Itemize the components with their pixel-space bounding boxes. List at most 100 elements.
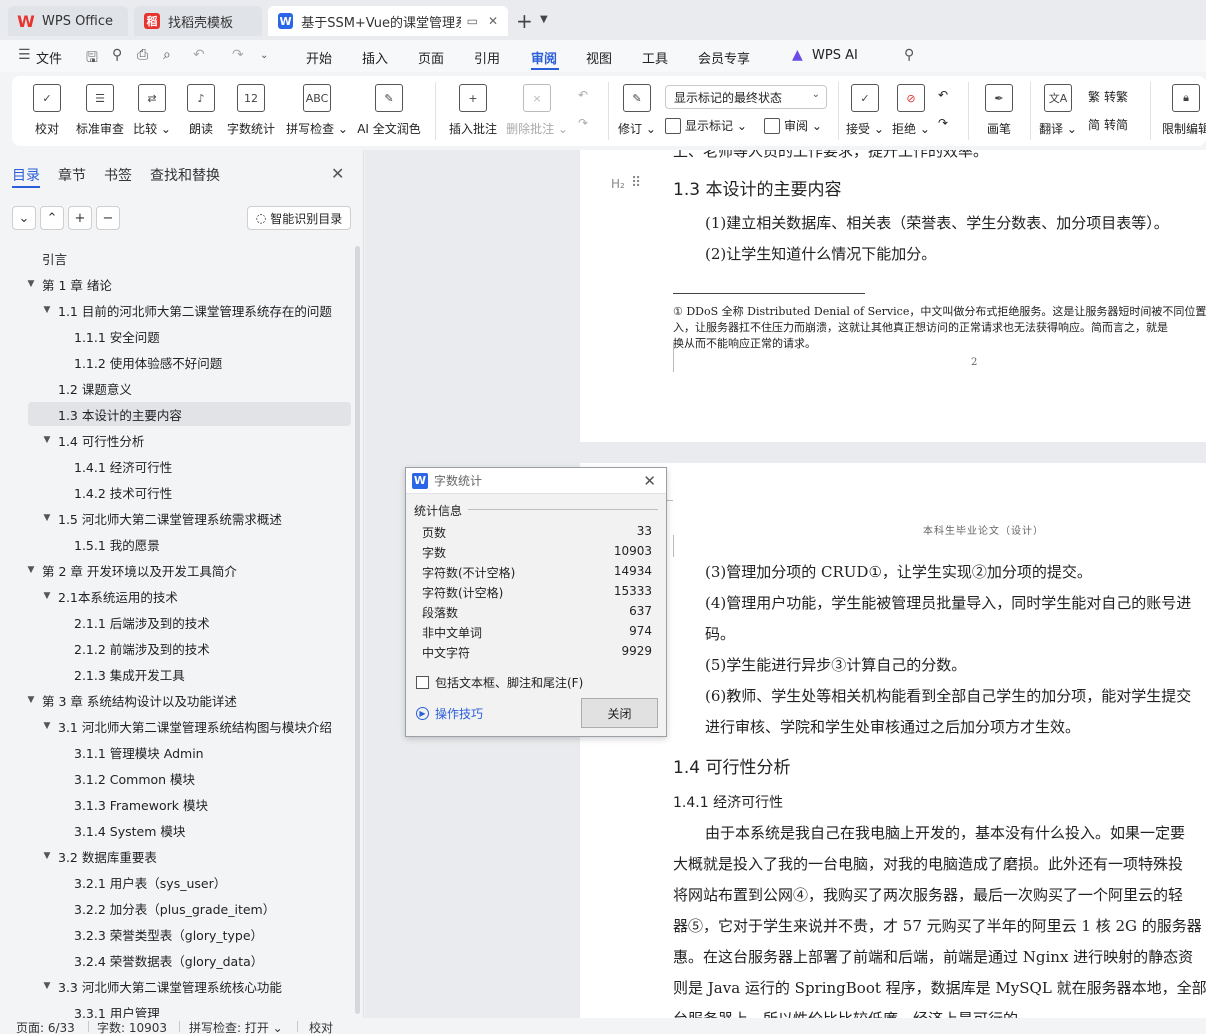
delete-comment-button[interactable]: × 删除批注 ⌄ [506, 76, 568, 146]
standard-review-button[interactable]: ☰ 标准审查 [74, 76, 126, 146]
toc-item[interactable]: 2.1.3 集成开发工具 [0, 662, 352, 686]
tab-template[interactable]: 稻 找稻壳模板 [134, 6, 262, 36]
remove-level-button[interactable]: − [96, 206, 120, 230]
screen-icon[interactable]: ▭ [467, 14, 478, 28]
tab-bookmarks[interactable]: 书签 [104, 165, 132, 185]
close-tab-icon[interactable]: ✕ [488, 14, 498, 28]
tips-link[interactable]: ▶ 操作技巧 [416, 705, 483, 722]
toc-item[interactable]: ▼ 1.5 河北师大第二课堂管理系统需求概述 [0, 506, 352, 530]
to-traditional-button[interactable]: 繁 转繁 [1088, 88, 1128, 105]
collapse-down-button[interactable]: ⌄ [12, 206, 36, 230]
read-aloud-button[interactable]: ♪ 朗读 [186, 76, 216, 146]
review-pane-button[interactable]: 审阅 ⌄ [764, 117, 822, 134]
tab-toc[interactable]: 目录 [12, 165, 40, 185]
toc-item[interactable]: 1.1.2 使用体验感不好问题 [0, 350, 352, 374]
hamburger-icon[interactable]: ☰ [18, 47, 31, 63]
save-icon[interactable]: 🖫 [86, 47, 98, 71]
reject-button[interactable]: ⊘ 拒绝 ⌄ [892, 76, 930, 146]
expand-toggle-icon[interactable]: ▼ [40, 981, 54, 991]
menu-home[interactable]: 开始 [306, 48, 332, 67]
toc-item[interactable]: 2.1.1 后端涉及到的技术 [0, 610, 352, 634]
menu-member[interactable]: 会员专享 [698, 48, 750, 67]
undo-icon[interactable]: ↶ [193, 47, 205, 63]
accept-button[interactable]: ✓ 接受 ⌄ [846, 76, 884, 146]
add-level-button[interactable]: + [68, 206, 92, 230]
word-count-button[interactable]: 12 字数统计 [227, 76, 275, 146]
smart-toc-button[interactable]: ◌ 智能识别目录 [247, 206, 351, 230]
menu-page[interactable]: 页面 [418, 48, 444, 67]
toc-item[interactable]: ▼ 1.1 目前的河北师大第二课堂管理系统存在的问题 [0, 298, 352, 322]
translate-button[interactable]: 文A 翻译 ⌄ [1039, 76, 1077, 146]
menu-insert[interactable]: 插入 [362, 48, 388, 67]
menu-view[interactable]: 视图 [586, 48, 612, 67]
toc-item[interactable]: ▼ 第 1 章 绪论 [0, 272, 352, 296]
toc-item[interactable]: 3.1.1 管理模块 Admin [0, 740, 352, 764]
new-tab-icon[interactable]: + [516, 9, 533, 33]
tab-document[interactable]: W 基于SSM+Vue的课堂管理系统 ▭ ✕ [268, 6, 508, 36]
expand-toggle-icon[interactable]: ▼ [24, 565, 38, 575]
menu-file[interactable]: 文件 [36, 48, 62, 67]
revise-button[interactable]: ✎ 修订 ⌄ [618, 76, 656, 146]
tab-chapters[interactable]: 章节 [58, 165, 86, 185]
toc-item[interactable]: ▼ 3.3 河北师大第二课堂管理系统核心功能 [0, 974, 352, 998]
menu-wps-ai[interactable]: WPS AI [812, 48, 858, 63]
chevron-down-icon[interactable]: ▼ [540, 14, 548, 25]
to-simplified-button[interactable]: 简 转简 [1088, 116, 1128, 133]
toc-item[interactable]: ▼ 第 2 章 开发环境以及开发工具简介 [0, 558, 352, 582]
compare-button[interactable]: ⇄ 比较 ⌄ [133, 76, 171, 146]
toc-item[interactable]: 1.1.1 安全问题 [0, 324, 352, 348]
toc-item[interactable]: ▼ 2.1本系统运用的技术 [0, 584, 352, 608]
word-count-indicator[interactable]: 字数: 10903 [97, 1019, 167, 1034]
page-indicator[interactable]: 页面: 6/33 [16, 1019, 75, 1034]
chevron-down-icon[interactable]: ⌄ [260, 50, 268, 61]
print-preview-icon[interactable]: ⌕ [163, 47, 171, 63]
toc-item[interactable]: 3.2.1 用户表（sys_user） [0, 870, 352, 894]
search-icon[interactable]: ⚲ [904, 47, 914, 63]
toc-item[interactable]: ▼ 1.4 可行性分析 [0, 428, 352, 452]
toc-item[interactable]: 1.4.1 经济可行性 [0, 454, 352, 478]
spell-check-indicator[interactable]: 拼写检查: 打开 ⌄ [189, 1019, 283, 1034]
proofread-button[interactable]: ✓ 校对 [32, 76, 62, 146]
toc-item[interactable]: 引言 [0, 246, 352, 270]
expand-toggle-icon[interactable]: ▼ [40, 721, 54, 731]
menu-reference[interactable]: 引用 [474, 48, 500, 67]
close-icon[interactable]: ✕ [643, 472, 656, 490]
expand-toggle-icon[interactable]: ▼ [40, 513, 54, 523]
dialog-titlebar[interactable]: W 字数统计 ✕ [406, 468, 666, 494]
close-icon[interactable]: ✕ [331, 164, 344, 183]
toc-item[interactable]: 3.1.4 System 模块 [0, 818, 352, 842]
toc-item[interactable]: 3.1.2 Common 模块 [0, 766, 352, 790]
drag-handle-icon[interactable]: ⠿ [631, 175, 641, 191]
expand-toggle-icon[interactable]: ▼ [24, 695, 38, 705]
tab-wps-office[interactable]: W WPS Office [8, 6, 128, 36]
prev-comment-icon[interactable]: ↶ [578, 88, 588, 102]
show-markup-button[interactable]: 显示标记 ⌄ [665, 117, 747, 134]
insert-comment-button[interactable]: + 插入批注 [448, 76, 498, 146]
brush-button[interactable]: ✒ 画笔 [984, 76, 1014, 146]
tab-find-replace[interactable]: 查找和替换 [150, 165, 220, 185]
menu-review[interactable]: 审阅 [531, 48, 557, 67]
markup-state-select[interactable]: 显示标记的最终状态 ⌄ [665, 85, 827, 109]
menu-tools[interactable]: 工具 [642, 48, 668, 67]
redo-icon[interactable]: ↷ [232, 47, 244, 63]
expand-toggle-icon[interactable]: ▼ [24, 279, 38, 289]
prev-change-icon[interactable]: ↶ [938, 88, 948, 102]
collapse-up-button[interactable]: ⌃ [40, 206, 64, 230]
toc-item[interactable]: ▼ 第 3 章 系统结构设计以及功能详述 [0, 688, 352, 712]
proofread-indicator[interactable]: 校对 [309, 1019, 333, 1034]
toc-item[interactable]: ▼ 3.2 数据库重要表 [0, 844, 352, 868]
ai-polish-button[interactable]: ✎ AI 全文润色 [356, 76, 422, 146]
close-button[interactable]: 关闭 [581, 698, 658, 728]
spell-check-button[interactable]: ABC 拼写检查 ⌄ [286, 76, 348, 146]
toc-item[interactable]: 3.2.3 荣誉类型表（glory_type） [0, 922, 352, 946]
expand-toggle-icon[interactable]: ▼ [40, 591, 54, 601]
include-textbox-checkbox[interactable]: 包括文本框、脚注和尾注(F) [416, 674, 583, 691]
toc-item[interactable]: 3.2.2 加分表（plus_grade_item） [0, 896, 352, 920]
checkbox-box[interactable] [416, 676, 429, 689]
toc-item[interactable]: 1.5.1 我的愿景 [0, 532, 352, 556]
expand-toggle-icon[interactable]: ▼ [40, 435, 54, 445]
toc-item[interactable]: 3.2.4 荣誉数据表（glory_data） [0, 948, 352, 972]
share-icon[interactable]: ⚲ [112, 47, 122, 63]
next-comment-icon[interactable]: ↷ [578, 116, 588, 130]
next-change-icon[interactable]: ↷ [938, 116, 948, 130]
